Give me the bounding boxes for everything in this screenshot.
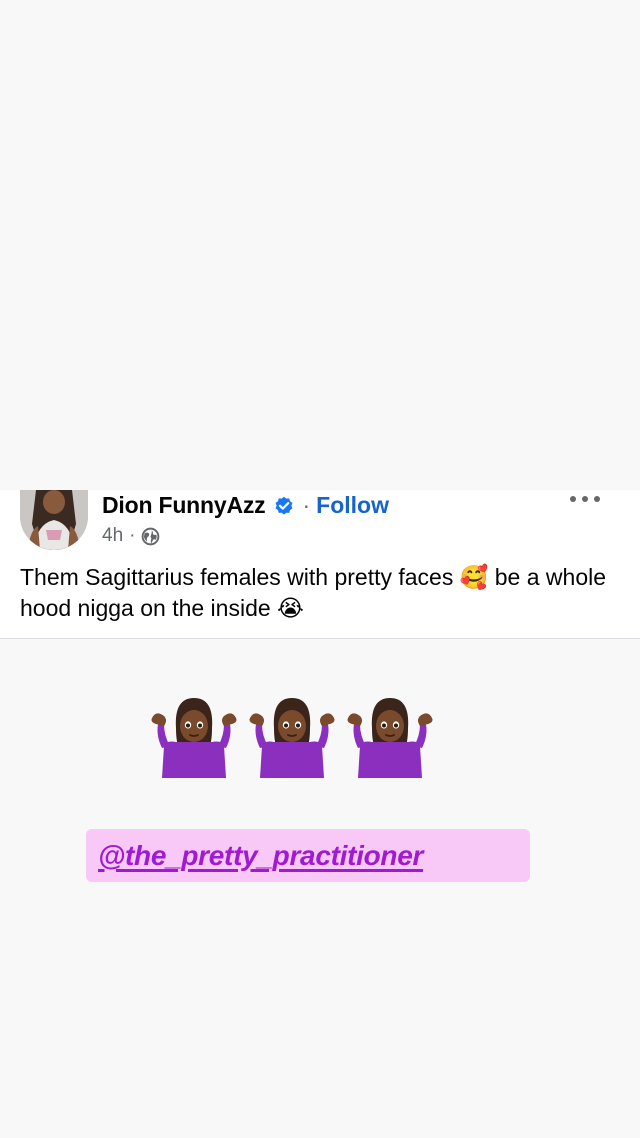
woman-shrugging-emoji: 🤷🏾‍♀️ (347, 698, 433, 778)
post-header: Dion FunnyAzz · Follow 4h · (102, 490, 562, 549)
post-meta: 4h · (102, 523, 562, 549)
mention-sticker[interactable]: @the_pretty_practitioner (86, 829, 530, 882)
woman-shrugging-emoji: 🤷🏾‍♀️ (249, 698, 335, 778)
post-time[interactable]: 4h (102, 525, 123, 547)
name-separator: · (302, 491, 311, 518)
globe-icon[interactable] (141, 527, 160, 546)
post-text: Them Sagittarius females with pretty fac… (20, 564, 607, 621)
follow-button[interactable]: Follow (316, 492, 389, 519)
more-dot (582, 496, 588, 502)
more-dot (594, 496, 600, 502)
shrug-emoji-row: 🤷🏾‍♀️ 🤷🏾‍♀️ (146, 688, 446, 784)
mention-username[interactable]: @the_pretty_practitioner (98, 840, 423, 872)
more-options-icon[interactable] (570, 492, 600, 506)
woman-shrugging-emoji: 🤷🏾‍♀️ (151, 698, 237, 778)
shared-post-card[interactable]: Dion FunnyAzz · Follow 4h · Them Sagitta… (0, 490, 640, 639)
author-name[interactable]: Dion FunnyAzz (102, 492, 266, 519)
more-dot (570, 496, 576, 502)
author-row: Dion FunnyAzz · Follow (102, 490, 562, 520)
verified-badge-icon (274, 495, 294, 515)
meta-separator: · (129, 525, 136, 546)
story-page: Dion FunnyAzz · Follow 4h · Them Sagitta… (0, 0, 640, 1138)
avatar[interactable] (20, 490, 88, 550)
